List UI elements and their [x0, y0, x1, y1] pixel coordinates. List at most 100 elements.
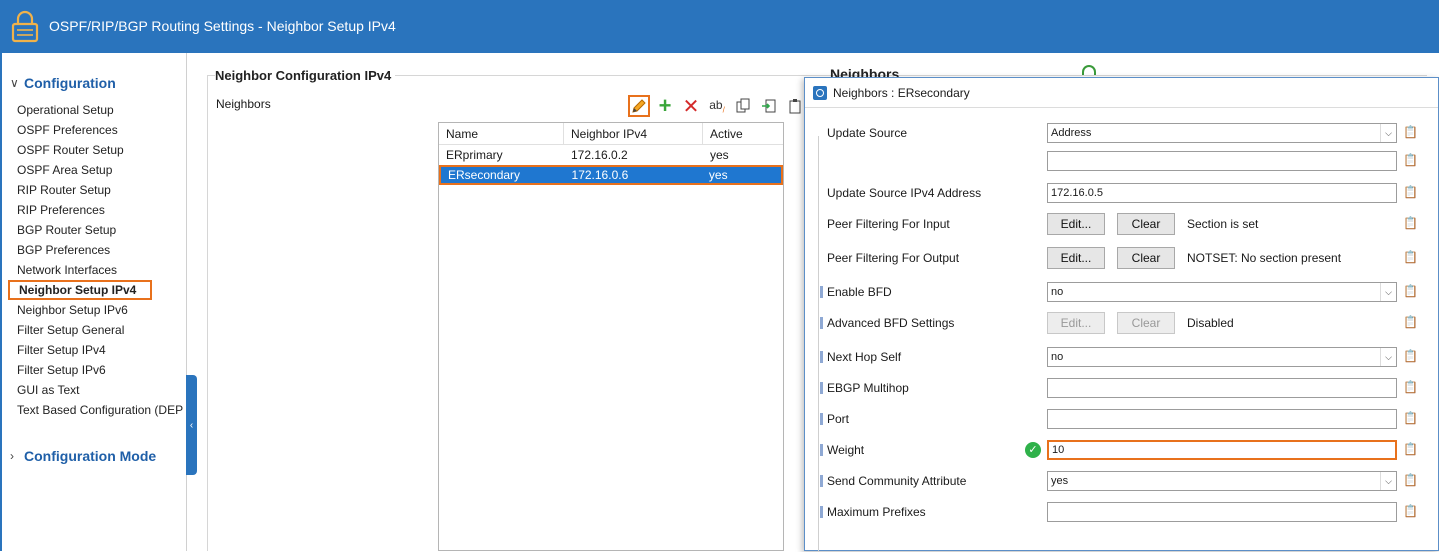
chevron-left-icon: ‹: [189, 419, 194, 431]
label-peer-filter-input: Peer Filtering For Input: [827, 217, 950, 231]
send-community-select[interactable]: yes ⌵: [1047, 471, 1397, 491]
peer-filter-output-edit-button[interactable]: Edit...: [1047, 247, 1105, 269]
copy-button[interactable]: [732, 95, 754, 117]
dialog-title: Neighbors : ERsecondary: [833, 85, 970, 100]
clipboard-icon[interactable]: 📋: [1403, 185, 1421, 201]
sidebar-item-gui-as-text[interactable]: GUI as Text: [8, 380, 187, 400]
sidebar-item-ospf-router-setup[interactable]: OSPF Router Setup: [8, 140, 187, 160]
column-header-name[interactable]: Name: [439, 123, 564, 145]
nav-list: Operational Setup OSPF Preferences OSPF …: [8, 100, 187, 420]
sidebar-item-rip-router-setup[interactable]: RIP Router Setup: [8, 180, 187, 200]
clipboard-icon[interactable]: 📋: [1403, 216, 1421, 232]
chevron-down-icon: ⌵: [1380, 124, 1396, 142]
label-ebgp-multihop: EBGP Multihop: [827, 381, 909, 395]
row-update-source-blank: 📋: [819, 148, 1429, 174]
clipboard-icon[interactable]: 📋: [1403, 250, 1421, 266]
rename-button[interactable]: ab​/: [706, 95, 728, 117]
clipboard-icon[interactable]: 📋: [1403, 284, 1421, 300]
nav-section-configuration-mode[interactable]: › Configuration Mode: [10, 446, 156, 466]
dialog-title-bar: Neighbors : ERsecondary: [805, 78, 1438, 108]
row-marker: [820, 413, 823, 425]
chevron-down-icon: ∨: [10, 76, 19, 90]
weight-field[interactable]: 10: [1047, 440, 1397, 460]
cell-ipv4: 172.16.0.6: [571, 168, 629, 182]
peer-filter-input-edit-button[interactable]: Edit...: [1047, 213, 1105, 235]
clipboard-icon[interactable]: 📋: [1403, 504, 1421, 520]
nav-section-label: Configuration Mode: [24, 448, 157, 464]
group-title: Neighbor Configuration IPv4: [215, 68, 396, 83]
copy-icon: [736, 98, 750, 113]
clipboard-icon[interactable]: 📋: [1403, 349, 1421, 365]
table-toolbar: + ✕ ab​/: [628, 93, 806, 119]
sidebar-item-filter-setup-ipv6[interactable]: Filter Setup IPv6: [8, 360, 187, 380]
update-source-select[interactable]: Address ⌵: [1047, 123, 1397, 143]
sidebar-item-text-based-configuration[interactable]: Text Based Configuration (DEP: [8, 400, 187, 420]
update-source-text-field[interactable]: [1047, 151, 1397, 171]
peer-filter-output-clear-button[interactable]: Clear: [1117, 247, 1175, 269]
clipboard-icon[interactable]: 📋: [1403, 125, 1421, 141]
sidebar-item-bgp-preferences[interactable]: BGP Preferences: [8, 240, 187, 260]
nav-section-configuration[interactable]: ∨ Configuration: [10, 73, 116, 93]
row-maximum-prefixes: Maximum Prefixes 📋: [819, 499, 1429, 525]
row-send-community: Send Community Attribute yes ⌵ 📋: [819, 468, 1429, 494]
sidebar-item-rip-preferences[interactable]: RIP Preferences: [8, 200, 187, 220]
advanced-bfd-edit-button[interactable]: Edit...: [1047, 312, 1105, 334]
pencil-icon: [632, 99, 646, 113]
table-row-selected[interactable]: ERsecondary 172.16.0.6 yes: [439, 165, 783, 185]
ebgp-multihop-field[interactable]: [1047, 378, 1397, 398]
row-marker: [820, 444, 823, 456]
chevron-down-icon: ⌵: [1380, 283, 1396, 301]
window-title: OSPF/RIP/BGP Routing Settings - Neighbor…: [49, 18, 396, 34]
lock-icon: [11, 10, 39, 43]
update-source-ipv4-field[interactable]: 172.16.0.5: [1047, 183, 1397, 203]
row-update-source: Update Source Address ⌵ 📋: [819, 120, 1429, 146]
chevron-down-icon: ⌵: [1380, 348, 1396, 366]
advanced-bfd-clear-button[interactable]: Clear: [1117, 312, 1175, 334]
delete-button[interactable]: ✕: [680, 95, 702, 118]
label-peer-filter-output: Peer Filtering For Output: [827, 251, 960, 265]
clipboard-button[interactable]: [784, 95, 806, 117]
clipboard-icon[interactable]: 📋: [1403, 473, 1421, 489]
import-button[interactable]: [758, 95, 780, 117]
sidebar-item-bgp-router-setup[interactable]: BGP Router Setup: [8, 220, 187, 240]
next-hop-self-select[interactable]: no ⌵: [1047, 347, 1397, 367]
peer-filter-input-clear-button[interactable]: Clear: [1117, 213, 1175, 235]
row-marker: [820, 317, 823, 329]
row-marker: [820, 286, 823, 298]
clipboard-icon[interactable]: 📋: [1403, 315, 1421, 331]
enable-bfd-select[interactable]: no ⌵: [1047, 282, 1397, 302]
sidebar-item-neighbor-setup-ipv6[interactable]: Neighbor Setup IPv6: [8, 300, 187, 320]
table-header: Name Neighbor IPv4 Active: [439, 123, 783, 145]
sidebar-item-filter-setup-ipv4[interactable]: Filter Setup IPv4: [8, 340, 187, 360]
add-button[interactable]: +: [654, 93, 676, 118]
select-value: yes: [1051, 475, 1069, 487]
row-enable-bfd: Enable BFD no ⌵ 📋: [819, 279, 1429, 305]
sidebar-item-filter-setup-general[interactable]: Filter Setup General: [8, 320, 187, 340]
sidebar-item-neighbor-setup-ipv4[interactable]: Neighbor Setup IPv4: [8, 280, 152, 300]
select-value: no: [1051, 286, 1064, 298]
row-advanced-bfd: Advanced BFD Settings Edit... Clear Disa…: [819, 310, 1429, 336]
sidebar-item-ospf-area-setup[interactable]: OSPF Area Setup: [8, 160, 187, 180]
label-update-source: Update Source: [827, 126, 908, 140]
edit-button[interactable]: [628, 95, 650, 117]
sidebar-item-operational-setup[interactable]: Operational Setup: [8, 100, 187, 120]
label-enable-bfd: Enable BFD: [827, 285, 892, 299]
app-icon: [813, 85, 827, 100]
sidebar-item-ospf-preferences[interactable]: OSPF Preferences: [8, 120, 187, 140]
row-peer-filter-input: Peer Filtering For Input Edit... Clear S…: [819, 211, 1429, 237]
clipboard-icon[interactable]: 📋: [1403, 153, 1421, 169]
maximum-prefixes-field[interactable]: [1047, 502, 1397, 522]
peer-filter-output-status: NOTSET: No section present: [1187, 251, 1342, 265]
sidebar-collapse-handle[interactable]: ‹: [186, 375, 197, 475]
column-header-ipv4[interactable]: Neighbor IPv4: [564, 123, 703, 145]
column-header-active[interactable]: Active: [703, 123, 783, 145]
clipboard-icon[interactable]: 📋: [1403, 411, 1421, 427]
port-field[interactable]: [1047, 409, 1397, 429]
neighbors-table: Name Neighbor IPv4 Active ERprimary 172.…: [438, 122, 784, 551]
sidebar-item-network-interfaces[interactable]: Network Interfaces: [8, 260, 187, 280]
label-maximum-prefixes: Maximum Prefixes: [827, 505, 926, 519]
table-row[interactable]: ERprimary 172.16.0.2 yes: [439, 145, 783, 165]
clipboard-icon[interactable]: 📋: [1403, 442, 1421, 458]
label-next-hop-self: Next Hop Self: [827, 350, 902, 364]
clipboard-icon[interactable]: 📋: [1403, 380, 1421, 396]
